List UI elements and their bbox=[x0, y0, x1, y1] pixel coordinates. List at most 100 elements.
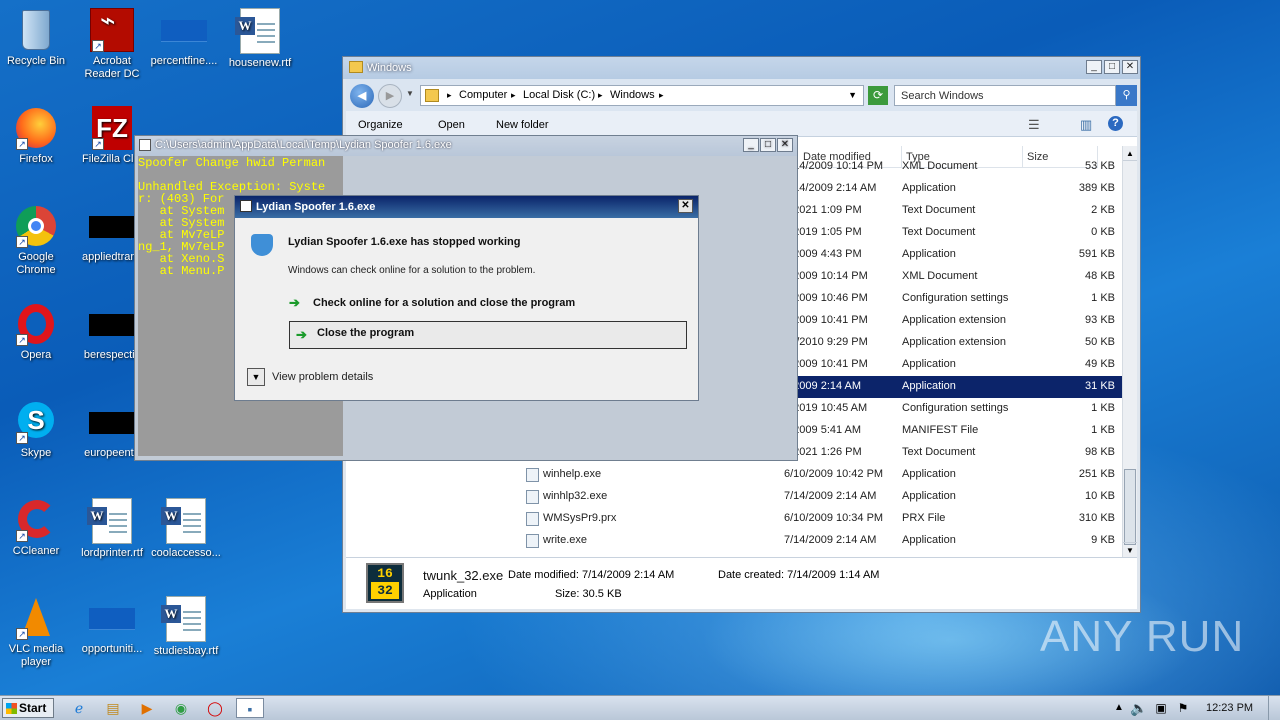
desktop-icon-skype[interactable]: S ↗ Skype bbox=[0, 400, 72, 460]
history-dropdown-icon[interactable]: ▼ bbox=[406, 89, 414, 98]
desktop-icon-acrobat[interactable]: ⌁ ↗ Acrobat Reader DC bbox=[76, 7, 148, 81]
breadcrumb-separator-icon: ▸ bbox=[659, 90, 664, 100]
file-type: XML Document bbox=[902, 160, 978, 172]
clock[interactable]: 12:23 PM bbox=[1206, 702, 1253, 714]
green-arrow-icon: ➔ bbox=[289, 295, 300, 310]
file-size: 1 KB bbox=[1091, 402, 1115, 414]
desktop-icon-label: housenew.rtf bbox=[228, 57, 292, 69]
file-row[interactable]: WMSysPr9.prx 6/10/2009 10:34 PM PRX File 31… bbox=[506, 508, 1123, 530]
console-titlebar[interactable]: C:\Users\admin\AppData\Local\Temp\Lydian… bbox=[135, 136, 797, 156]
opera-taskbar-icon[interactable]: ◯ bbox=[204, 698, 226, 718]
new-folder-button[interactable]: New folder bbox=[496, 119, 549, 131]
media-player-icon[interactable]: ▶ bbox=[136, 698, 158, 718]
command-bar: Organize Open New folder ☰ ▥ ? bbox=[346, 111, 1137, 137]
scroll-thumb[interactable] bbox=[1124, 469, 1136, 545]
folder-icon bbox=[349, 61, 363, 73]
file-thumbnail-icon bbox=[89, 412, 135, 434]
console-line: Spoofer Change hwid Perman bbox=[138, 156, 326, 170]
details-filename: twunk_32.exe bbox=[423, 568, 504, 583]
view-options-icon[interactable]: ☰ bbox=[1028, 117, 1040, 133]
file-icon bbox=[526, 468, 539, 482]
search-field[interactable]: Search Windows bbox=[894, 85, 1116, 106]
desktop-icon-recycle-bin[interactable]: Recycle Bin bbox=[0, 8, 72, 68]
desktop-icon-chrome[interactable]: ↗ Google Chrome bbox=[0, 204, 72, 277]
desktop-icon-firefox[interactable]: ↗ Firefox bbox=[0, 106, 72, 166]
desktop-icon-percentfine[interactable]: percentfine.... bbox=[148, 8, 220, 68]
show-desktop-button[interactable] bbox=[1268, 696, 1280, 720]
file-type: PRX File bbox=[902, 512, 946, 524]
maximize-button[interactable]: □ bbox=[1104, 60, 1120, 74]
console-maximize-button[interactable]: □ bbox=[760, 138, 776, 152]
network-icon[interactable]: ▣ bbox=[1150, 698, 1172, 718]
desktop-icon-label: Recycle Bin bbox=[6, 55, 66, 67]
preview-pane-icon[interactable]: ▥ bbox=[1080, 117, 1092, 133]
forward-arrow-icon: ▶ bbox=[385, 90, 395, 102]
details-date-modified: Date modified: 7/14/2009 2:14 AM bbox=[508, 569, 675, 581]
desktop-icon-coolaccesso[interactable]: W coolaccesso... bbox=[150, 498, 222, 560]
minimize-button[interactable]: _ bbox=[1086, 60, 1102, 74]
file-size: 591 KB bbox=[1078, 248, 1115, 260]
desktop-icon-ccleaner[interactable]: ↗ CCleaner bbox=[0, 498, 72, 558]
file-name: write.exe bbox=[543, 534, 588, 546]
dialog-titlebar[interactable]: Lydian Spoofer 1.6.exe ✕ bbox=[235, 196, 698, 218]
file-size: 31 KB bbox=[1085, 380, 1115, 392]
search-input[interactable]: Search Windows bbox=[901, 90, 984, 102]
file-size: 93 KB bbox=[1085, 314, 1115, 326]
file-icon bbox=[526, 534, 539, 548]
green-arrow-icon: ➔ bbox=[296, 327, 307, 342]
spoofer-taskbar-icon[interactable]: ▪ bbox=[236, 698, 264, 718]
chrome-taskbar-icon[interactable]: ◉ bbox=[170, 698, 192, 718]
action-center-icon[interactable]: ⚑ bbox=[1172, 698, 1194, 718]
file-type: Application bbox=[902, 468, 956, 480]
address-field[interactable]: ▸ Computer ▸ Local Disk (C:) ▸ Windows ▸… bbox=[420, 85, 864, 106]
check-online-option[interactable]: ➔ Check online for a solution and close t… bbox=[289, 295, 687, 315]
help-icon[interactable]: ? bbox=[1108, 116, 1123, 131]
tray-expand-icon[interactable]: ▲ bbox=[1108, 698, 1130, 718]
desktop-icon-lordprinter[interactable]: W lordprinter.rtf bbox=[76, 498, 148, 560]
forward-button[interactable]: ▶ bbox=[378, 84, 402, 108]
close-button[interactable]: ✕ bbox=[1122, 60, 1138, 74]
back-button[interactable]: ◀ bbox=[350, 84, 374, 108]
breadcrumb-computer[interactable]: Computer bbox=[459, 89, 507, 101]
address-dropdown-icon[interactable]: ▼ bbox=[848, 90, 857, 100]
ie-icon[interactable]: ℯ bbox=[68, 698, 90, 718]
start-button[interactable]: Start bbox=[2, 698, 54, 718]
desktop-icon-housenew[interactable]: W housenew.rtf bbox=[224, 8, 296, 70]
file-type: Application bbox=[902, 248, 956, 260]
refresh-button[interactable]: ⟳ bbox=[868, 86, 888, 105]
scroll-down-icon[interactable]: ▼ bbox=[1123, 542, 1137, 557]
search-button[interactable]: ⚲ bbox=[1116, 85, 1137, 106]
organize-button[interactable]: Organize bbox=[358, 119, 403, 131]
file-size: 10 KB bbox=[1085, 490, 1115, 502]
scrollbar[interactable]: ▲ ▼ bbox=[1122, 146, 1137, 557]
breadcrumb-windows[interactable]: Windows bbox=[610, 89, 655, 101]
desktop-icon-vlc[interactable]: ↗ VLC media player bbox=[0, 596, 72, 669]
address-bar-area: ◀ ▶ ▼ ▸ Computer ▸ Local Disk (C:) ▸ Win… bbox=[346, 79, 1137, 111]
desktop-icon-studiesbay[interactable]: W studiesbay.rtf bbox=[150, 596, 222, 658]
breadcrumb-local-disk[interactable]: Local Disk (C:) bbox=[523, 89, 595, 101]
view-details-toggle[interactable]: ▼ bbox=[247, 368, 265, 386]
file-type: Application bbox=[902, 380, 956, 392]
console-minimize-button[interactable]: _ bbox=[743, 138, 759, 152]
open-button[interactable]: Open bbox=[438, 119, 465, 131]
breadcrumb-separator-icon: ▸ bbox=[598, 90, 603, 100]
volume-icon[interactable]: 🔈 bbox=[1128, 698, 1150, 718]
file-row[interactable]: winhlp32.exe 7/14/2009 2:14 AM Application… bbox=[506, 486, 1123, 508]
file-type: Application bbox=[902, 490, 956, 502]
desktop-icon-opera[interactable]: ↗ Opera bbox=[0, 302, 72, 362]
dialog-close-button[interactable]: ✕ bbox=[678, 199, 693, 213]
back-arrow-icon: ◀ bbox=[357, 90, 367, 102]
view-details-label[interactable]: View problem details bbox=[272, 371, 373, 383]
file-row[interactable]: winhelp.exe 6/10/2009 10:42 PM Application… bbox=[506, 464, 1123, 486]
file-type: Text Document bbox=[902, 204, 976, 216]
console-title: C:\Users\admin\AppData\Local\Temp\Lydian… bbox=[155, 139, 452, 151]
desktop-icon-opportuniti[interactable]: opportuniti... bbox=[76, 596, 148, 656]
close-program-option[interactable]: ➔ Close the program bbox=[289, 321, 687, 349]
explorer-taskbar-icon[interactable]: ▤ bbox=[102, 698, 124, 718]
desktop-icon-label: Google Chrome bbox=[16, 251, 56, 276]
scroll-up-icon[interactable]: ▲ bbox=[1123, 146, 1137, 161]
explorer-titlebar[interactable]: Windows _ □ ✕ bbox=[343, 57, 1140, 79]
file-type: Application extension bbox=[902, 314, 1006, 326]
console-close-button[interactable]: ✕ bbox=[777, 138, 793, 152]
file-row[interactable]: write.exe 7/14/2009 2:14 AM Application 9 K… bbox=[506, 530, 1123, 552]
